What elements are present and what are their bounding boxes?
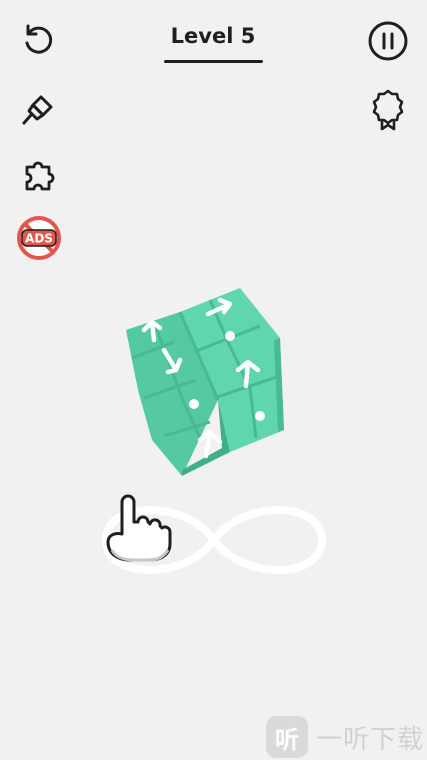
hand-pointer-icon	[106, 494, 172, 562]
pause-icon	[368, 21, 408, 61]
watermark: 听 一听下载	[266, 714, 427, 760]
title-underline	[164, 60, 263, 63]
award-ribbon-icon	[372, 89, 404, 131]
puzzle-button[interactable]	[18, 154, 60, 196]
achievements-button[interactable]	[366, 86, 410, 132]
no-ads-icon: ADS	[17, 216, 61, 260]
pause-button[interactable]	[366, 19, 410, 63]
no-ads-button[interactable]: ADS	[16, 215, 62, 261]
level-title: Level 5	[170, 24, 256, 48]
cube-puzzle[interactable]	[110, 280, 310, 490]
ads-label: ADS	[25, 232, 53, 246]
brush-icon	[22, 95, 53, 125]
watermark-logo: 听	[266, 716, 308, 758]
restart-icon	[25, 24, 53, 54]
restart-button[interactable]	[18, 20, 60, 62]
cube-cell-dot[interactable]	[255, 411, 265, 421]
puzzle-icon	[25, 161, 55, 191]
watermark-text: 一听下载	[316, 724, 425, 755]
cube-cell-dot[interactable]	[225, 331, 235, 341]
cube-cell-dot[interactable]	[189, 399, 199, 409]
skins-button[interactable]	[18, 88, 60, 130]
